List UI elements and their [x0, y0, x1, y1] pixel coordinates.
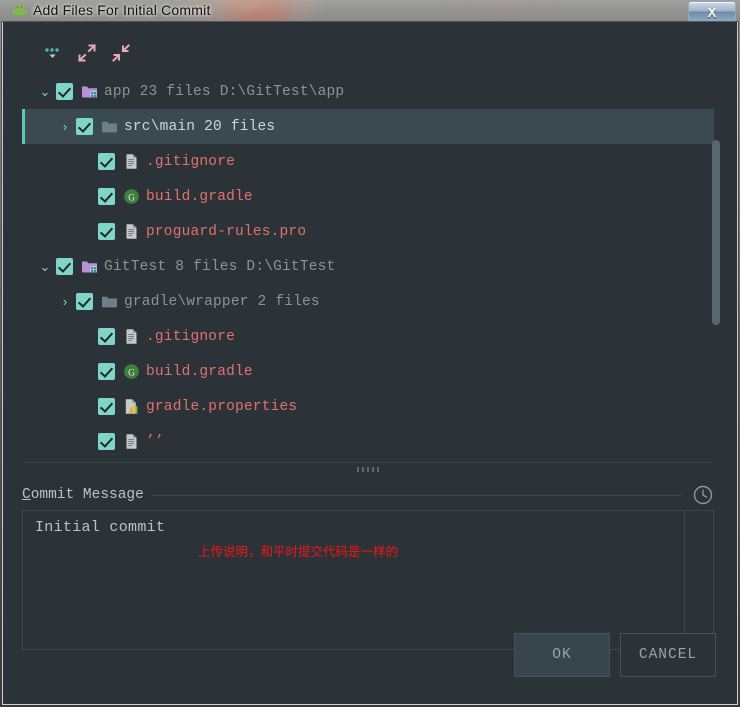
tree-row[interactable]: .gitignore	[22, 144, 714, 179]
chevron-right-icon[interactable]: ›	[54, 116, 76, 138]
tree-row-checkbox[interactable]	[98, 363, 115, 380]
close-button[interactable]: X	[688, 1, 736, 23]
module-folder-icon	[81, 258, 98, 275]
panel-splitter[interactable]	[22, 462, 714, 477]
android-icon	[12, 4, 27, 18]
tree-row-checkbox[interactable]	[98, 188, 115, 205]
tree-row-label: proguard-rules.pro	[146, 223, 307, 240]
gradle-icon: G	[123, 363, 140, 380]
svg-text:G: G	[128, 368, 135, 378]
commit-message-text: Initial commit	[35, 519, 166, 536]
text-file-icon	[123, 328, 140, 345]
expand-all-icon	[76, 42, 98, 69]
commit-message-label-rest: ommit Message	[30, 487, 144, 503]
tree-row[interactable]: ’’	[22, 424, 714, 459]
text-file-icon	[123, 223, 140, 240]
dialog-window: Add Files For Initial Commit X ⌄ app 23 …	[0, 0, 740, 707]
tree-row-checkbox[interactable]	[56, 83, 73, 100]
tree-row-label: gradle.properties	[146, 398, 298, 415]
tree-row-label: gradle\wrapper 2 files	[124, 293, 320, 310]
folder-icon	[101, 118, 118, 135]
tree-row[interactable]: ⌄ GitTest 8 files D:\GitTest	[22, 249, 714, 284]
expand-all-button[interactable]	[72, 40, 102, 70]
text-file-icon	[123, 153, 140, 170]
more-options-icon	[42, 45, 64, 66]
commit-message-mnemonic: C	[22, 487, 31, 503]
module-folder-icon	[81, 83, 98, 100]
tree-row-label: src\main 20 files	[124, 118, 276, 135]
chevron-down-icon[interactable]: ⌄	[34, 81, 56, 103]
tree-scrollbar-thumb[interactable]	[712, 140, 720, 325]
splitter-grip	[357, 467, 379, 472]
clock-icon[interactable]	[692, 484, 714, 506]
window-title: Add Files For Initial Commit	[33, 2, 211, 18]
commit-message-input[interactable]: Initial commit 上传说明，和平时提交代码是一样的	[22, 510, 714, 650]
screenshot-root: Add Files For Initial Commit X ⌄ app 23 …	[0, 0, 740, 707]
tree-row-checkbox[interactable]	[98, 223, 115, 240]
tree-row-label: app 23 files D:\GitTest\app	[104, 83, 345, 100]
tree-row-checkbox[interactable]	[98, 398, 115, 415]
tree-row-checkbox[interactable]	[98, 433, 115, 450]
gradle-icon: G	[123, 188, 140, 205]
tree-row-label: ’’	[146, 433, 164, 450]
annotation-text: 上传说明，和平时提交代码是一样的	[198, 544, 399, 559]
chevron-right-icon[interactable]: ›	[54, 291, 76, 313]
tree-row[interactable]: proguard-rules.pro	[22, 214, 714, 249]
margin-guide	[684, 511, 685, 649]
close-icon: X	[707, 4, 717, 20]
tree-row-label: build.gradle	[146, 188, 253, 205]
dialog-content: ⌄ app 23 files D:\GitTest\app › src\main 20…	[12, 22, 728, 695]
dialog-buttons: OK CANCEL	[514, 633, 716, 677]
properties-file-icon	[123, 398, 140, 415]
svg-text:G: G	[128, 193, 135, 203]
tree-row[interactable]: › src\main 20 files	[22, 109, 714, 144]
chevron-down-icon[interactable]: ⌄	[34, 256, 56, 278]
tree-row-checkbox[interactable]	[56, 258, 73, 275]
tree-row[interactable]: Gbuild.gradle	[22, 179, 714, 214]
tree-scrollbar-track[interactable]	[712, 74, 724, 459]
tree-row[interactable]: › gradle\wrapper 2 files	[22, 284, 714, 319]
tree-row-label: .gitignore	[146, 328, 236, 345]
commit-message-header: Commit Message	[22, 482, 714, 508]
tree-row[interactable]: Gbuild.gradle	[22, 354, 714, 389]
tree-row[interactable]: gradle.properties	[22, 389, 714, 424]
commit-message-label: Commit Message	[22, 487, 152, 503]
file-tree[interactable]: ⌄ app 23 files D:\GitTest\app › src\main 20…	[22, 74, 714, 459]
tree-row-checkbox[interactable]	[76, 118, 93, 135]
header-divider	[151, 494, 682, 496]
window-titlebar[interactable]: Add Files For Initial Commit X	[0, 0, 740, 23]
tree-row-checkbox[interactable]	[98, 153, 115, 170]
tree-row-checkbox[interactable]	[98, 328, 115, 345]
more-options-button[interactable]	[38, 40, 68, 70]
tree-row-label: GitTest 8 files D:\GitTest	[104, 258, 336, 275]
folder-icon	[101, 293, 118, 310]
collapse-all-button[interactable]	[106, 40, 136, 70]
tree-row-label: build.gradle	[146, 363, 253, 380]
tree-toolbar	[22, 40, 712, 72]
tree-row[interactable]: .gitignore	[22, 319, 714, 354]
text-file-icon	[123, 433, 140, 450]
ok-button[interactable]: OK	[514, 633, 610, 677]
tree-row-checkbox[interactable]	[76, 293, 93, 310]
cancel-button[interactable]: CANCEL	[620, 633, 716, 677]
tree-row-label: .gitignore	[146, 153, 236, 170]
tree-row[interactable]: ⌄ app 23 files D:\GitTest\app	[22, 74, 714, 109]
collapse-all-icon	[110, 42, 132, 69]
